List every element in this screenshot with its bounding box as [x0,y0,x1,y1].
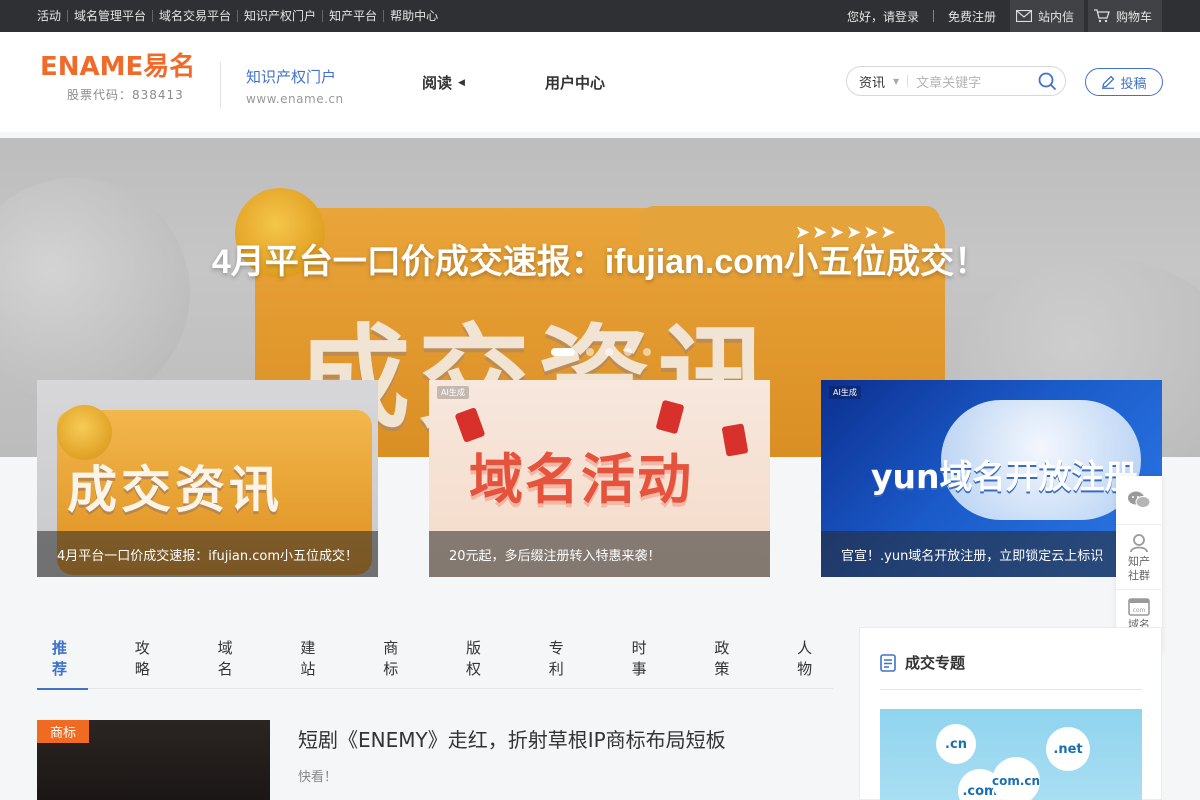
domain-bubble: .cn [936,724,976,764]
floating-toolbar: 知产社群 com 域名社群 [1116,476,1162,652]
tab-website-building[interactable]: 建站 [285,627,336,689]
carousel-dot[interactable] [605,348,613,356]
search-divider [907,75,909,87]
carousel-dot[interactable] [551,348,575,356]
article-thumbnail[interactable]: 商标 [37,720,270,800]
register-link[interactable]: 免费注册 [948,8,996,25]
ip-community-button[interactable]: 知产社群 [1116,525,1162,590]
cart-label: 购物车 [1115,9,1152,24]
deals-topic-panel: 成交专题 .cn .net .com com.cn [859,627,1162,800]
category-tabs: 推荐 攻略 域名 建站 商标 版权 专利 时事 政策 人物 [37,627,833,690]
feature-image-text: yun域名开放注册 [871,457,1138,496]
top-link-domain-management[interactable]: 域名管理平台 [67,10,152,22]
ip-community-label: 知产社群 [1128,555,1150,582]
panel-divider [880,689,1142,690]
tab-policy[interactable]: 政策 [699,627,750,689]
red-envelope-icon [721,423,749,457]
feature-image-text: 成交资讯 [67,461,283,519]
tab-trademarks[interactable]: 商标 [368,627,419,689]
chevron-down-icon: ▼ [893,76,900,86]
portal-url: www.ename.cn [246,92,344,106]
hero-title[interactable]: 4月平台一口价成交速报：ifujian.com小五位成交！ [0,234,1200,283]
tab-patents[interactable]: 专利 [534,627,585,689]
red-envelope-icon [655,399,685,435]
domain-community-icon: com [1128,598,1150,616]
nav-item-user-center-label: 用户中心 [544,74,605,92]
domain-bubble: .net [1046,727,1090,771]
top-links: 活动 域名管理平台 域名交易平台 知识产权门户 知产平台 帮助中心 [32,0,444,32]
top-right-actions: 您好，请登录 免费注册 站内信 购物车 [847,0,1162,32]
feature-card[interactable]: AI生成 yun域名开放注册 官宣！.yun域名开放注册，立即锁定云上标识 [821,380,1162,577]
logo-text: ENAME易名 [40,52,196,82]
nav-item-read[interactable]: 阅读 ◀ [422,72,465,93]
top-link-activity[interactable]: 活动 [32,10,67,22]
top-bar: 活动 域名管理平台 域名交易平台 知识产权门户 知产平台 帮助中心 您好，请登录… [0,0,1200,32]
top-link-ip-platform[interactable]: 知产平台 [322,10,383,22]
carousel-dots [551,348,662,356]
feature-caption[interactable]: 4月平台一口价成交速报：ifujian.com小五位成交！ [37,531,378,577]
tab-copyright[interactable]: 版权 [451,627,502,689]
feature-image-text: 域名活动 [469,448,693,511]
submit-article-label: 投稿 [1120,76,1147,92]
top-link-help-center[interactable]: 帮助中心 [383,10,444,22]
carousel-dot[interactable] [643,348,651,356]
nav-item-user-center[interactable]: 用户中心 [545,72,605,93]
carousel-dot[interactable] [624,348,632,356]
search-category-value: 资讯 [859,75,886,91]
hero-decoration [0,178,190,408]
top-link-domain-trading[interactable]: 域名交易平台 [152,10,237,22]
panel-title: 成交专题 [905,654,966,672]
feature-card[interactable]: 成交资讯 4月平台一口价成交速报：ifujian.com小五位成交！ [37,380,378,577]
tab-guides[interactable]: 攻略 [120,627,171,689]
ai-generated-badge: AI生成 [829,386,861,399]
submit-article-button[interactable]: 投稿 [1085,68,1163,96]
article-title[interactable]: 短剧《ENEMY》走红，折射草根IP商标布局短板 [298,724,726,753]
caret-left-icon: ◀ [458,77,465,88]
cart-icon [1093,9,1110,23]
edit-icon [1102,75,1115,89]
article-summary: 快看！ [298,770,338,785]
tab-recommended[interactable]: 推荐 [37,627,88,690]
wechat-button[interactable] [1116,476,1162,525]
tab-domains[interactable]: 域名 [203,627,254,689]
search-input[interactable]: 文章关键字 [916,72,1037,91]
ai-generated-badge: AI生成 [437,386,469,399]
panel-header: 成交专题 [880,652,965,673]
portal-title: 知识产权门户 [246,68,337,86]
deals-topic-image[interactable]: .cn .net .com com.cn [880,709,1142,800]
wechat-icon [1128,491,1151,508]
carousel-dot[interactable] [586,348,594,356]
portal-brand[interactable]: 知识产权门户 www.ename.cn [246,66,344,106]
site-header: ENAME易名 股票代码：838413 知识产权门户 www.ename.cn … [0,32,1200,132]
feature-card[interactable]: AI生成 域名活动 20元起，多后缀注册转入特惠来袭！ [429,380,770,577]
divider [932,10,934,22]
domain-bubble: com.cn [992,757,1040,800]
search-category-select[interactable]: 资讯 ▼ [847,72,899,91]
article-category-tag: 商标 [37,720,90,743]
messages-label: 站内信 [1037,9,1074,24]
community-icon [1130,534,1148,553]
svg-text:com: com [1133,607,1146,614]
feature-caption[interactable]: 官宣！.yun域名开放注册，立即锁定云上标识 [821,531,1162,577]
stock-code: 股票代码：838413 [67,88,184,102]
nav-item-read-label: 阅读 [422,74,453,92]
search-icon[interactable] [1037,71,1057,91]
search-bar: 资讯 ▼ 文章关键字 [846,66,1066,96]
feature-caption[interactable]: 20元起，多后缀注册转入特惠来袭！ [429,531,770,577]
tab-people[interactable]: 人物 [782,627,833,689]
cart-button[interactable]: 购物车 [1087,0,1162,32]
tab-current-affairs[interactable]: 时事 [617,627,668,689]
document-icon [880,653,896,672]
logo-divider [220,62,221,108]
login-link[interactable]: 您好，请登录 [847,8,919,25]
mail-icon [1015,10,1032,22]
main-nav: 阅读 ◀ 用户中心 [422,72,605,93]
top-link-ip-portal[interactable]: 知识产权门户 [237,10,322,22]
site-logo[interactable]: ENAME易名 股票代码：838413 [40,52,210,112]
messages-button[interactable]: 站内信 [1009,0,1084,32]
